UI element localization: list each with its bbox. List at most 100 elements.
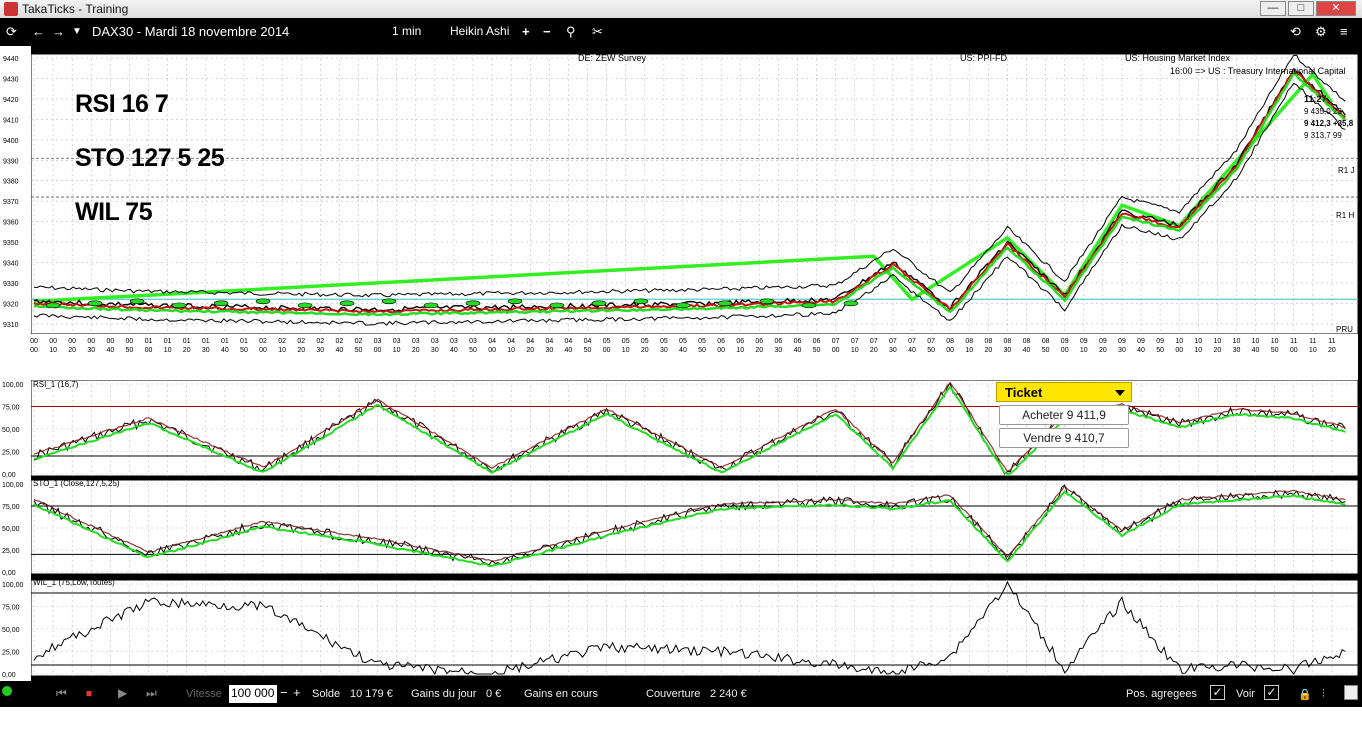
amount-plus-button[interactable]: +	[293, 685, 301, 700]
panel-y-label: 50,00	[2, 427, 20, 434]
zoom-in-button[interactable]: +	[522, 24, 530, 39]
x-tick-label-minute: 20	[68, 347, 76, 354]
x-tick-label-hour: 07	[889, 338, 897, 345]
interval-selector[interactable]: 1 min	[392, 24, 421, 38]
x-tick-label-hour: 01	[221, 338, 229, 345]
indicator-panel-bg-0	[30, 379, 1359, 477]
heikin-ashi-candle	[213, 300, 229, 307]
x-tick-label-minute: 00	[717, 347, 725, 354]
x-tick-label-hour: 10	[1252, 338, 1260, 345]
panel-y-label: 25,00	[2, 450, 20, 457]
x-tick-label-hour: 06	[794, 338, 802, 345]
scissors-icon[interactable]: ✂	[592, 24, 603, 40]
amount-minus-button[interactable]: −	[280, 685, 288, 700]
status-dot-icon	[2, 686, 12, 696]
crosshair-icon[interactable]: ⚲	[566, 24, 576, 40]
level-r1j-label: R1 J	[1338, 166, 1355, 175]
x-tick-label-hour: 08	[1023, 338, 1031, 345]
x-tick-label-minute: 30	[1233, 347, 1241, 354]
chart-type-selector[interactable]: Heikin Ashi	[450, 24, 509, 38]
stop-icon[interactable]: ⏹	[86, 686, 92, 701]
forward-arrow-icon[interactable]: →	[52, 24, 65, 39]
y-tick-label: 9330	[3, 281, 19, 288]
x-tick-label-hour: 07	[851, 338, 859, 345]
sync-icon[interactable]: ⟲	[1290, 24, 1301, 40]
panel-y-label: 100,00	[2, 582, 24, 589]
x-tick-label-minute: 40	[106, 347, 114, 354]
annotation-wil: WIL 75	[75, 198, 153, 226]
graph-icon[interactable]: ⫶	[1322, 688, 1325, 701]
simulation-statusbar: ⏮ ⏹ ▶ ⏭ Vitesse 100 000 − + Solde 10 179…	[0, 681, 1362, 707]
y-tick-label: 9320	[3, 301, 19, 308]
x-tick-label-minute: 30	[774, 347, 782, 354]
panel-y-label: 25,00	[2, 548, 20, 555]
voir-checkbox[interactable]: ✓	[1264, 685, 1279, 700]
menu-icon[interactable]: ≡	[1340, 24, 1348, 39]
x-tick-label-hour: 11	[1290, 338, 1297, 345]
x-tick-label-minute: 20	[1328, 347, 1336, 354]
x-tick-label-hour: 06	[774, 338, 782, 345]
heikin-ashi-candle	[297, 302, 313, 309]
sell-button[interactable]: Vendre 9 410,7	[999, 428, 1129, 448]
x-tick-label-hour: 10	[1194, 338, 1202, 345]
x-tick-label-minute: 10	[851, 347, 859, 354]
indicator-panel-bg-1	[30, 479, 1359, 575]
x-tick-label-minute: 10	[1309, 347, 1317, 354]
x-tick-label-hour: 00	[30, 338, 38, 345]
x-tick-label-minute: 30	[1118, 347, 1126, 354]
heikin-ashi-candle	[591, 300, 607, 307]
event-housing[interactable]: US: Housing Market Index	[1125, 53, 1230, 63]
x-tick-label-hour: 07	[870, 338, 878, 345]
close-button[interactable]: ✕	[1316, 1, 1356, 16]
event-tic[interactable]: 16:00 => US : Treasury International Cap…	[1170, 66, 1346, 76]
panel-y-label: 100,00	[2, 482, 24, 489]
panel-toggle-icon[interactable]	[1344, 685, 1358, 700]
symbol-dropdown-icon[interactable]: ▼	[72, 26, 82, 37]
x-tick-label-minute: 00	[145, 347, 153, 354]
rewind-icon[interactable]: ⏮	[56, 686, 67, 701]
buy-button[interactable]: Acheter 9 411,9	[999, 405, 1129, 425]
lock-icon[interactable]: 🔒	[1298, 688, 1312, 701]
minimize-button[interactable]: —	[1260, 1, 1286, 16]
ticket-header[interactable]: Ticket	[996, 382, 1132, 402]
step-icon[interactable]: ⏭	[146, 686, 157, 701]
level-r1h-label: R1 H	[1336, 211, 1355, 220]
zoom-out-button[interactable]: −	[543, 24, 551, 39]
x-tick-label-minute: 50	[813, 347, 821, 354]
x-tick-label-hour: 03	[393, 338, 401, 345]
chart-area[interactable]: 00 00 00 10 00 20 00 30 00 40 00 50 01 00 01 10 01 20 01 30…	[0, 46, 1362, 681]
app-icon	[4, 2, 18, 16]
pos-agregees-checkbox[interactable]: ✓	[1210, 685, 1225, 700]
x-tick-label-minute: 50	[126, 347, 134, 354]
amount-input[interactable]: 100 000	[229, 685, 277, 703]
panel-y-label: 0,00	[2, 570, 16, 577]
panel-y-label: 75,00	[2, 504, 20, 511]
y-tick-label: 9310	[3, 322, 19, 329]
back-arrow-icon[interactable]: ←	[32, 24, 45, 39]
x-tick-label-hour: 09	[1156, 338, 1164, 345]
settings-icon[interactable]: ⚙	[1315, 24, 1327, 40]
x-tick-label-minute: 00	[30, 347, 38, 354]
x-tick-label-hour: 02	[355, 338, 363, 345]
chart-svg[interactable]: 00 00 00 10 00 20 00 30 00 40 00 50 01 00 01 10 01 20 01 30…	[0, 46, 1362, 681]
play-icon[interactable]: ▶	[118, 686, 127, 700]
x-tick-label-hour: 09	[1080, 338, 1088, 345]
event-zew[interactable]: DE: ZEW Survey	[578, 53, 646, 63]
x-tick-label-minute: 10	[49, 347, 57, 354]
maximize-button[interactable]: □	[1288, 1, 1314, 16]
refresh-icon[interactable]: ⟳	[6, 24, 17, 40]
x-tick-label-hour: 10	[1213, 338, 1221, 345]
event-ppi[interactable]: US: PPI-FD	[960, 53, 1007, 63]
chevron-down-icon[interactable]	[1115, 390, 1125, 396]
x-tick-label-minute: 30	[316, 347, 324, 354]
heikin-ashi-candle	[717, 300, 733, 307]
x-tick-label-hour: 11	[1328, 338, 1335, 345]
x-tick-label-hour: 08	[1004, 338, 1012, 345]
panel-y-label: 75,00	[2, 605, 20, 612]
panel-y-label: 0,00	[2, 472, 16, 479]
x-tick-label-minute: 40	[1023, 347, 1031, 354]
x-tick-label-hour: 01	[183, 338, 191, 345]
wil-panel-title: WIL_1 (75,Low,Toutes)	[33, 578, 115, 587]
level-pru-label: PRU	[1336, 325, 1353, 334]
panel-y-label: 100,00	[2, 382, 24, 389]
